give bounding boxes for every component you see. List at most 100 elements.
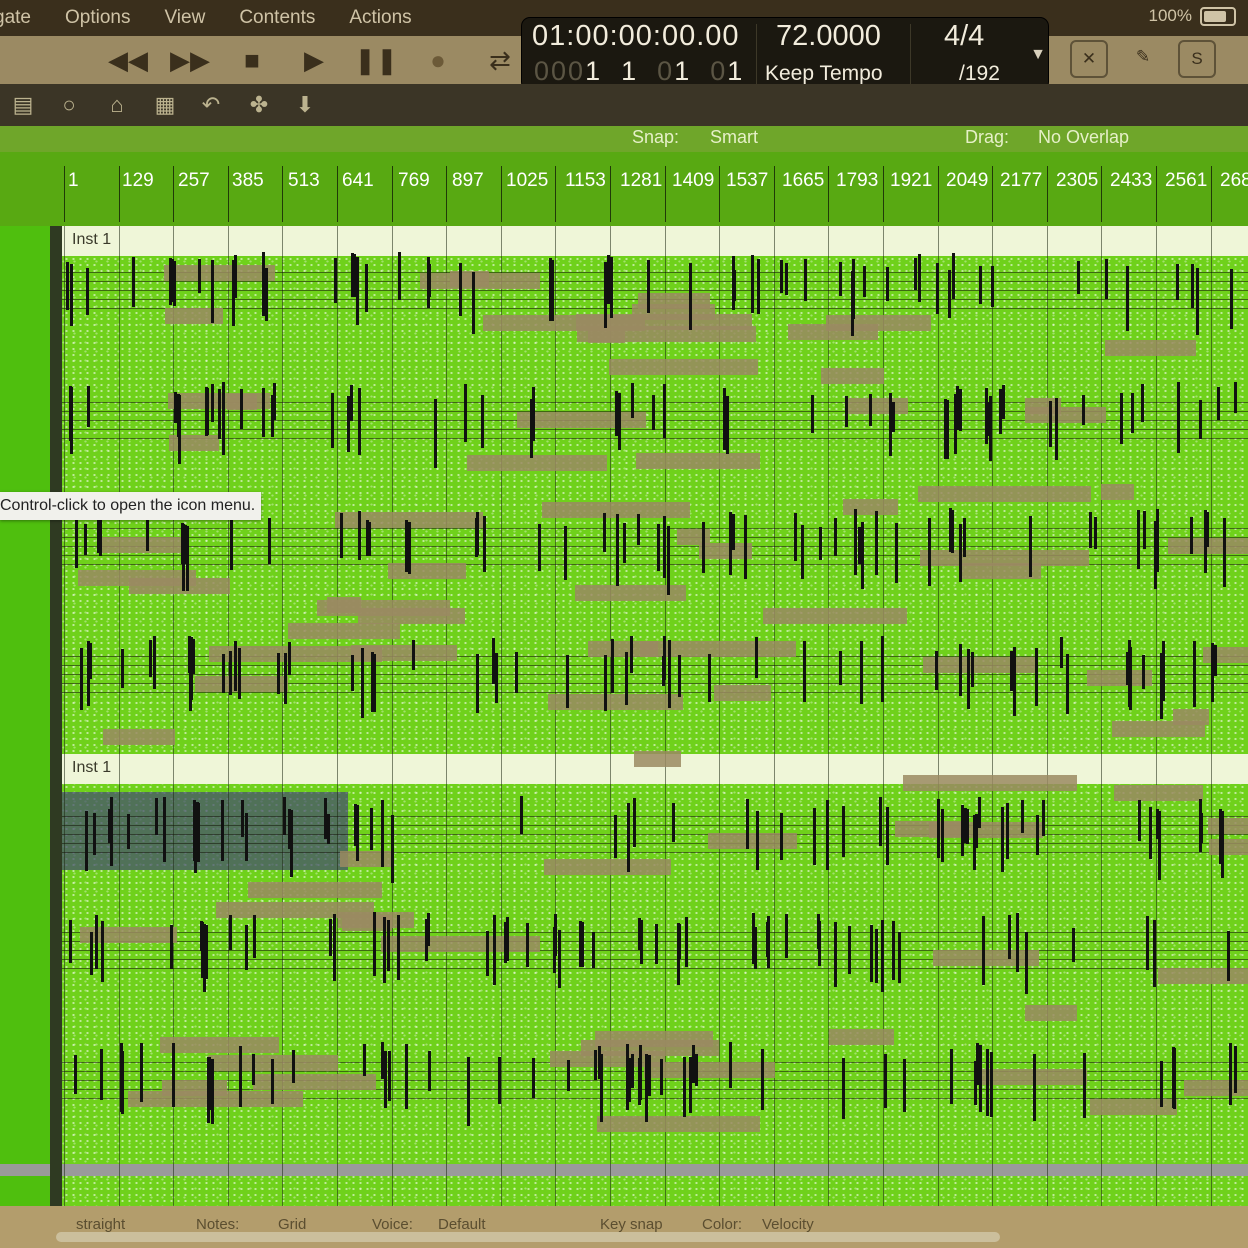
note-stem xyxy=(1191,264,1195,308)
straight-label[interactable]: straight xyxy=(76,1216,125,1233)
note-stem xyxy=(132,257,136,307)
region-fragment xyxy=(450,270,490,287)
note-stem xyxy=(1222,517,1226,587)
record-button[interactable]: ● xyxy=(418,40,458,80)
note-stem xyxy=(802,640,806,702)
ruler-tick xyxy=(1210,166,1212,222)
ruler-label: 897 xyxy=(452,170,484,191)
inspector-icon[interactable]: ▤ xyxy=(8,90,38,120)
ruler-tick xyxy=(118,166,120,222)
note-stem xyxy=(177,396,181,434)
note-stem xyxy=(1229,268,1233,329)
snap-select[interactable]: Smart xyxy=(710,127,758,148)
battery-percent: 100% xyxy=(1148,6,1192,25)
note-stem xyxy=(1066,654,1070,715)
note-stem xyxy=(1054,398,1058,461)
footprint-icon[interactable]: ✤ xyxy=(244,90,274,120)
local-header: Snap: Smart Drag: No Overlap xyxy=(0,126,1248,152)
pause-button[interactable]: ❚❚ xyxy=(354,40,398,80)
ruler-tick xyxy=(883,166,884,222)
score-icon[interactable]: S xyxy=(1178,40,1216,78)
note-stem xyxy=(728,511,732,576)
note-stem xyxy=(411,640,415,671)
region-fragment xyxy=(160,1036,279,1053)
note-stem xyxy=(284,653,288,705)
note-stem xyxy=(239,1045,243,1108)
note-stem xyxy=(592,931,596,968)
undo-icon[interactable]: ↶ xyxy=(196,90,226,120)
note-stem xyxy=(1142,655,1145,689)
note-stem xyxy=(463,384,467,442)
help-tooltip: Control-click to open the icon menu. xyxy=(0,492,262,520)
close-editor-icon[interactable]: ✕ xyxy=(1070,40,1108,78)
stop-button[interactable]: ■ xyxy=(232,40,272,80)
note-stem xyxy=(654,924,658,965)
key-snap-toggle[interactable]: Key snap xyxy=(600,1216,663,1233)
region-fragment xyxy=(676,529,711,546)
note-stem xyxy=(914,258,918,290)
ruler[interactable]: 1 129 257 385 513 641 769 897 1025 1153 … xyxy=(0,152,1248,226)
note-stem xyxy=(1082,1059,1086,1119)
note-stem xyxy=(1177,382,1181,425)
menu-options[interactable]: Options xyxy=(65,7,130,29)
note-stem xyxy=(1189,516,1193,554)
drag-select[interactable]: No Overlap xyxy=(1038,127,1129,148)
mixer-icon[interactable]: ⌂ xyxy=(102,90,132,120)
region-fragment xyxy=(103,729,176,746)
staff-line xyxy=(62,281,1248,282)
fast-forward-button[interactable]: ▶▶ xyxy=(170,40,210,80)
menu-view[interactable]: View xyxy=(164,7,205,29)
voice-select[interactable]: Default xyxy=(438,1216,486,1233)
download-icon[interactable]: ⬇ xyxy=(290,90,320,120)
note-stem xyxy=(593,1049,597,1081)
grid-label[interactable]: Grid xyxy=(278,1216,306,1233)
brush-icon[interactable]: ✎ xyxy=(1126,40,1160,74)
note-stem xyxy=(689,262,693,331)
note-stem xyxy=(885,267,889,301)
snap-label: Snap: xyxy=(632,127,680,147)
menu-contents[interactable]: Contents xyxy=(239,7,315,29)
playhead[interactable] xyxy=(50,226,62,1226)
menu-actions[interactable]: Actions xyxy=(349,7,411,29)
bar-line xyxy=(1210,226,1212,1226)
note-stem xyxy=(627,810,631,873)
rewind-button[interactable]: ◀◀ xyxy=(108,40,148,80)
note-stem xyxy=(841,1057,845,1119)
note-stem xyxy=(88,642,92,679)
ruler-label: 769 xyxy=(398,170,430,191)
grid-icon[interactable]: ▦ xyxy=(150,90,180,120)
score-editor[interactable]: Inst 1 Inst 1 Control-click to open the … xyxy=(0,226,1248,1226)
note-stem xyxy=(1145,915,1149,970)
note-stem xyxy=(93,812,97,855)
note-stem xyxy=(520,796,524,834)
note-stem xyxy=(426,913,430,946)
note-stem xyxy=(333,258,337,304)
region-fragment xyxy=(848,397,909,414)
region-fragment xyxy=(1208,817,1248,834)
note-stem xyxy=(79,647,83,711)
lcd-display[interactable]: 01:00:00:00.00 0001 1 01 01 72.0000 Keep… xyxy=(522,18,1048,90)
horizontal-scrollbar[interactable] xyxy=(56,1232,1000,1242)
note-stem xyxy=(405,520,409,573)
search-icon[interactable]: ○ xyxy=(54,90,84,120)
color-select[interactable]: Velocity xyxy=(762,1216,814,1233)
note-stem xyxy=(264,267,268,321)
region-fragment xyxy=(466,454,607,471)
note-stem xyxy=(1013,647,1017,716)
play-button[interactable]: ▶ xyxy=(294,40,334,80)
note-stem xyxy=(475,511,479,556)
chevron-down-icon[interactable]: ▼ xyxy=(1030,46,1046,64)
note-stem xyxy=(386,919,390,971)
battery-icon[interactable] xyxy=(1200,6,1236,26)
note-stem xyxy=(689,1057,693,1114)
cycle-button[interactable]: ⇄ xyxy=(480,40,520,80)
menu-navigate[interactable]: gate xyxy=(0,7,31,29)
note-stem xyxy=(842,805,846,857)
note-stem xyxy=(722,387,726,451)
instrument-header[interactable]: Inst 1 xyxy=(62,226,1248,256)
selected-region[interactable] xyxy=(62,792,348,870)
region-fragment xyxy=(576,313,753,330)
ruler-label: 2177 xyxy=(1000,170,1043,191)
region-fragment xyxy=(195,676,288,693)
note-stem xyxy=(927,517,931,586)
